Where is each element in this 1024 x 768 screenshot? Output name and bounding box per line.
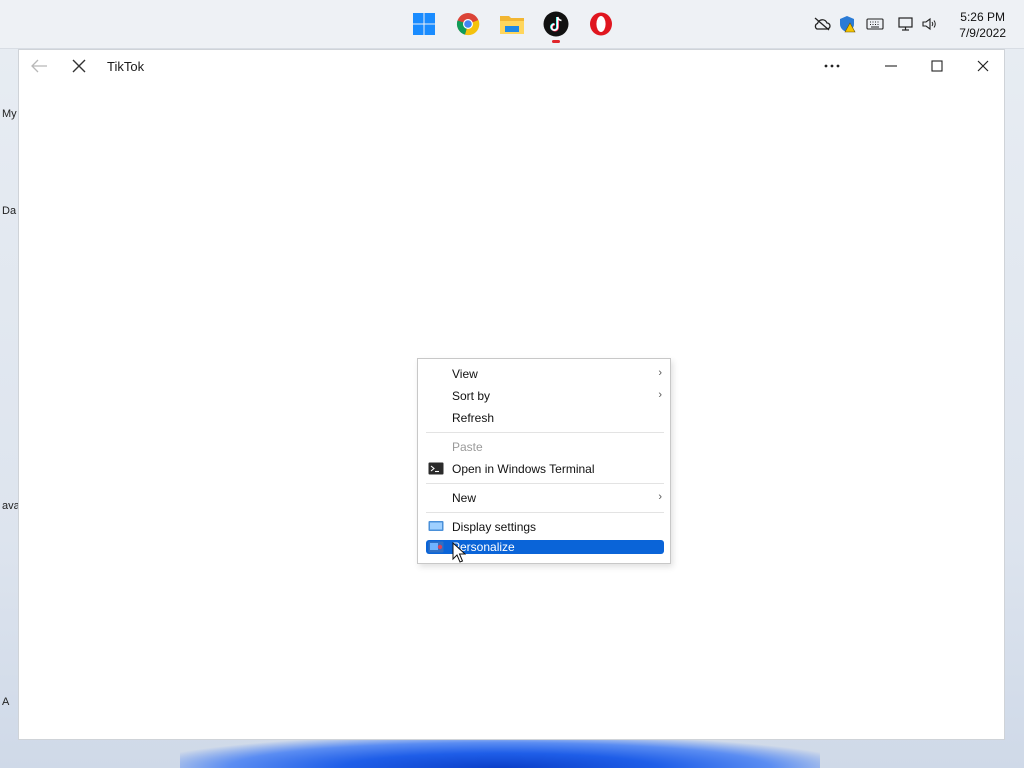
start-icon[interactable]: [410, 10, 438, 38]
mouse-cursor-icon: [452, 541, 467, 569]
menu-item-open-terminal[interactable]: Open in Windows Terminal: [426, 459, 664, 479]
desktop-context-menu: View › Sort by › Refresh Paste Open in W…: [417, 358, 671, 564]
window-title: TikTok: [107, 59, 145, 74]
personalize-icon: [428, 541, 444, 554]
opera-icon[interactable]: [587, 10, 615, 38]
minimize-button[interactable]: [877, 54, 905, 78]
menu-item-display-settings[interactable]: Display settings: [426, 517, 664, 537]
menu-item-label: View: [452, 367, 478, 381]
menu-separator: [426, 483, 664, 484]
menu-item-label: New: [452, 491, 477, 505]
onedrive-offline-icon[interactable]: [813, 15, 831, 33]
chrome-icon[interactable]: [454, 10, 482, 38]
active-app-indicator: [552, 40, 560, 43]
security-warning-icon[interactable]: [838, 15, 856, 33]
tiktok-icon[interactable]: [542, 10, 570, 38]
more-options-icon[interactable]: [818, 54, 846, 78]
chevron-right-icon: ›: [658, 367, 662, 379]
keyboard-icon[interactable]: [866, 15, 884, 33]
menu-item-label: Sort by: [452, 389, 491, 403]
desktop-icon-label[interactable]: A: [2, 696, 9, 708]
menu-item-label: Open in Windows Terminal: [452, 462, 595, 476]
menu-separator: [426, 432, 664, 433]
menu-item-view[interactable]: View ›: [426, 364, 664, 384]
chevron-right-icon: ›: [658, 491, 662, 503]
menu-item-refresh[interactable]: Refresh: [426, 408, 664, 428]
file-explorer-icon[interactable]: [498, 10, 526, 38]
terminal-icon: [428, 462, 444, 475]
back-arrow-icon[interactable]: [25, 54, 53, 78]
menu-item-label: Display settings: [452, 520, 537, 534]
volume-icon[interactable]: [921, 15, 939, 33]
close-page-icon[interactable]: [65, 54, 93, 78]
taskbar: 5:26 PM 7/9/2022: [0, 0, 1024, 49]
clock-date: 7/9/2022: [959, 26, 1006, 40]
maximize-button[interactable]: [923, 54, 951, 78]
network-icon[interactable]: [897, 15, 915, 33]
display-icon: [428, 520, 444, 533]
menu-separator: [426, 512, 664, 513]
menu-item-paste: Paste: [426, 437, 664, 457]
clock-time: 5:26 PM: [960, 10, 1005, 24]
menu-item-label: Paste: [452, 440, 483, 454]
wallpaper-bloom: [180, 738, 820, 768]
desktop-icon-label[interactable]: Da: [2, 205, 16, 217]
chevron-right-icon: ›: [658, 389, 662, 401]
close-window-button[interactable]: [969, 54, 997, 78]
system-clock[interactable]: 5:26 PM 7/9/2022: [959, 9, 1006, 41]
menu-item-new[interactable]: New ›: [426, 488, 664, 508]
menu-item-sort-by[interactable]: Sort by ›: [426, 386, 664, 406]
menu-item-label: Refresh: [452, 411, 495, 425]
desktop-icon-label[interactable]: My: [2, 108, 17, 120]
window-titlebar[interactable]: TikTok: [19, 50, 1004, 82]
